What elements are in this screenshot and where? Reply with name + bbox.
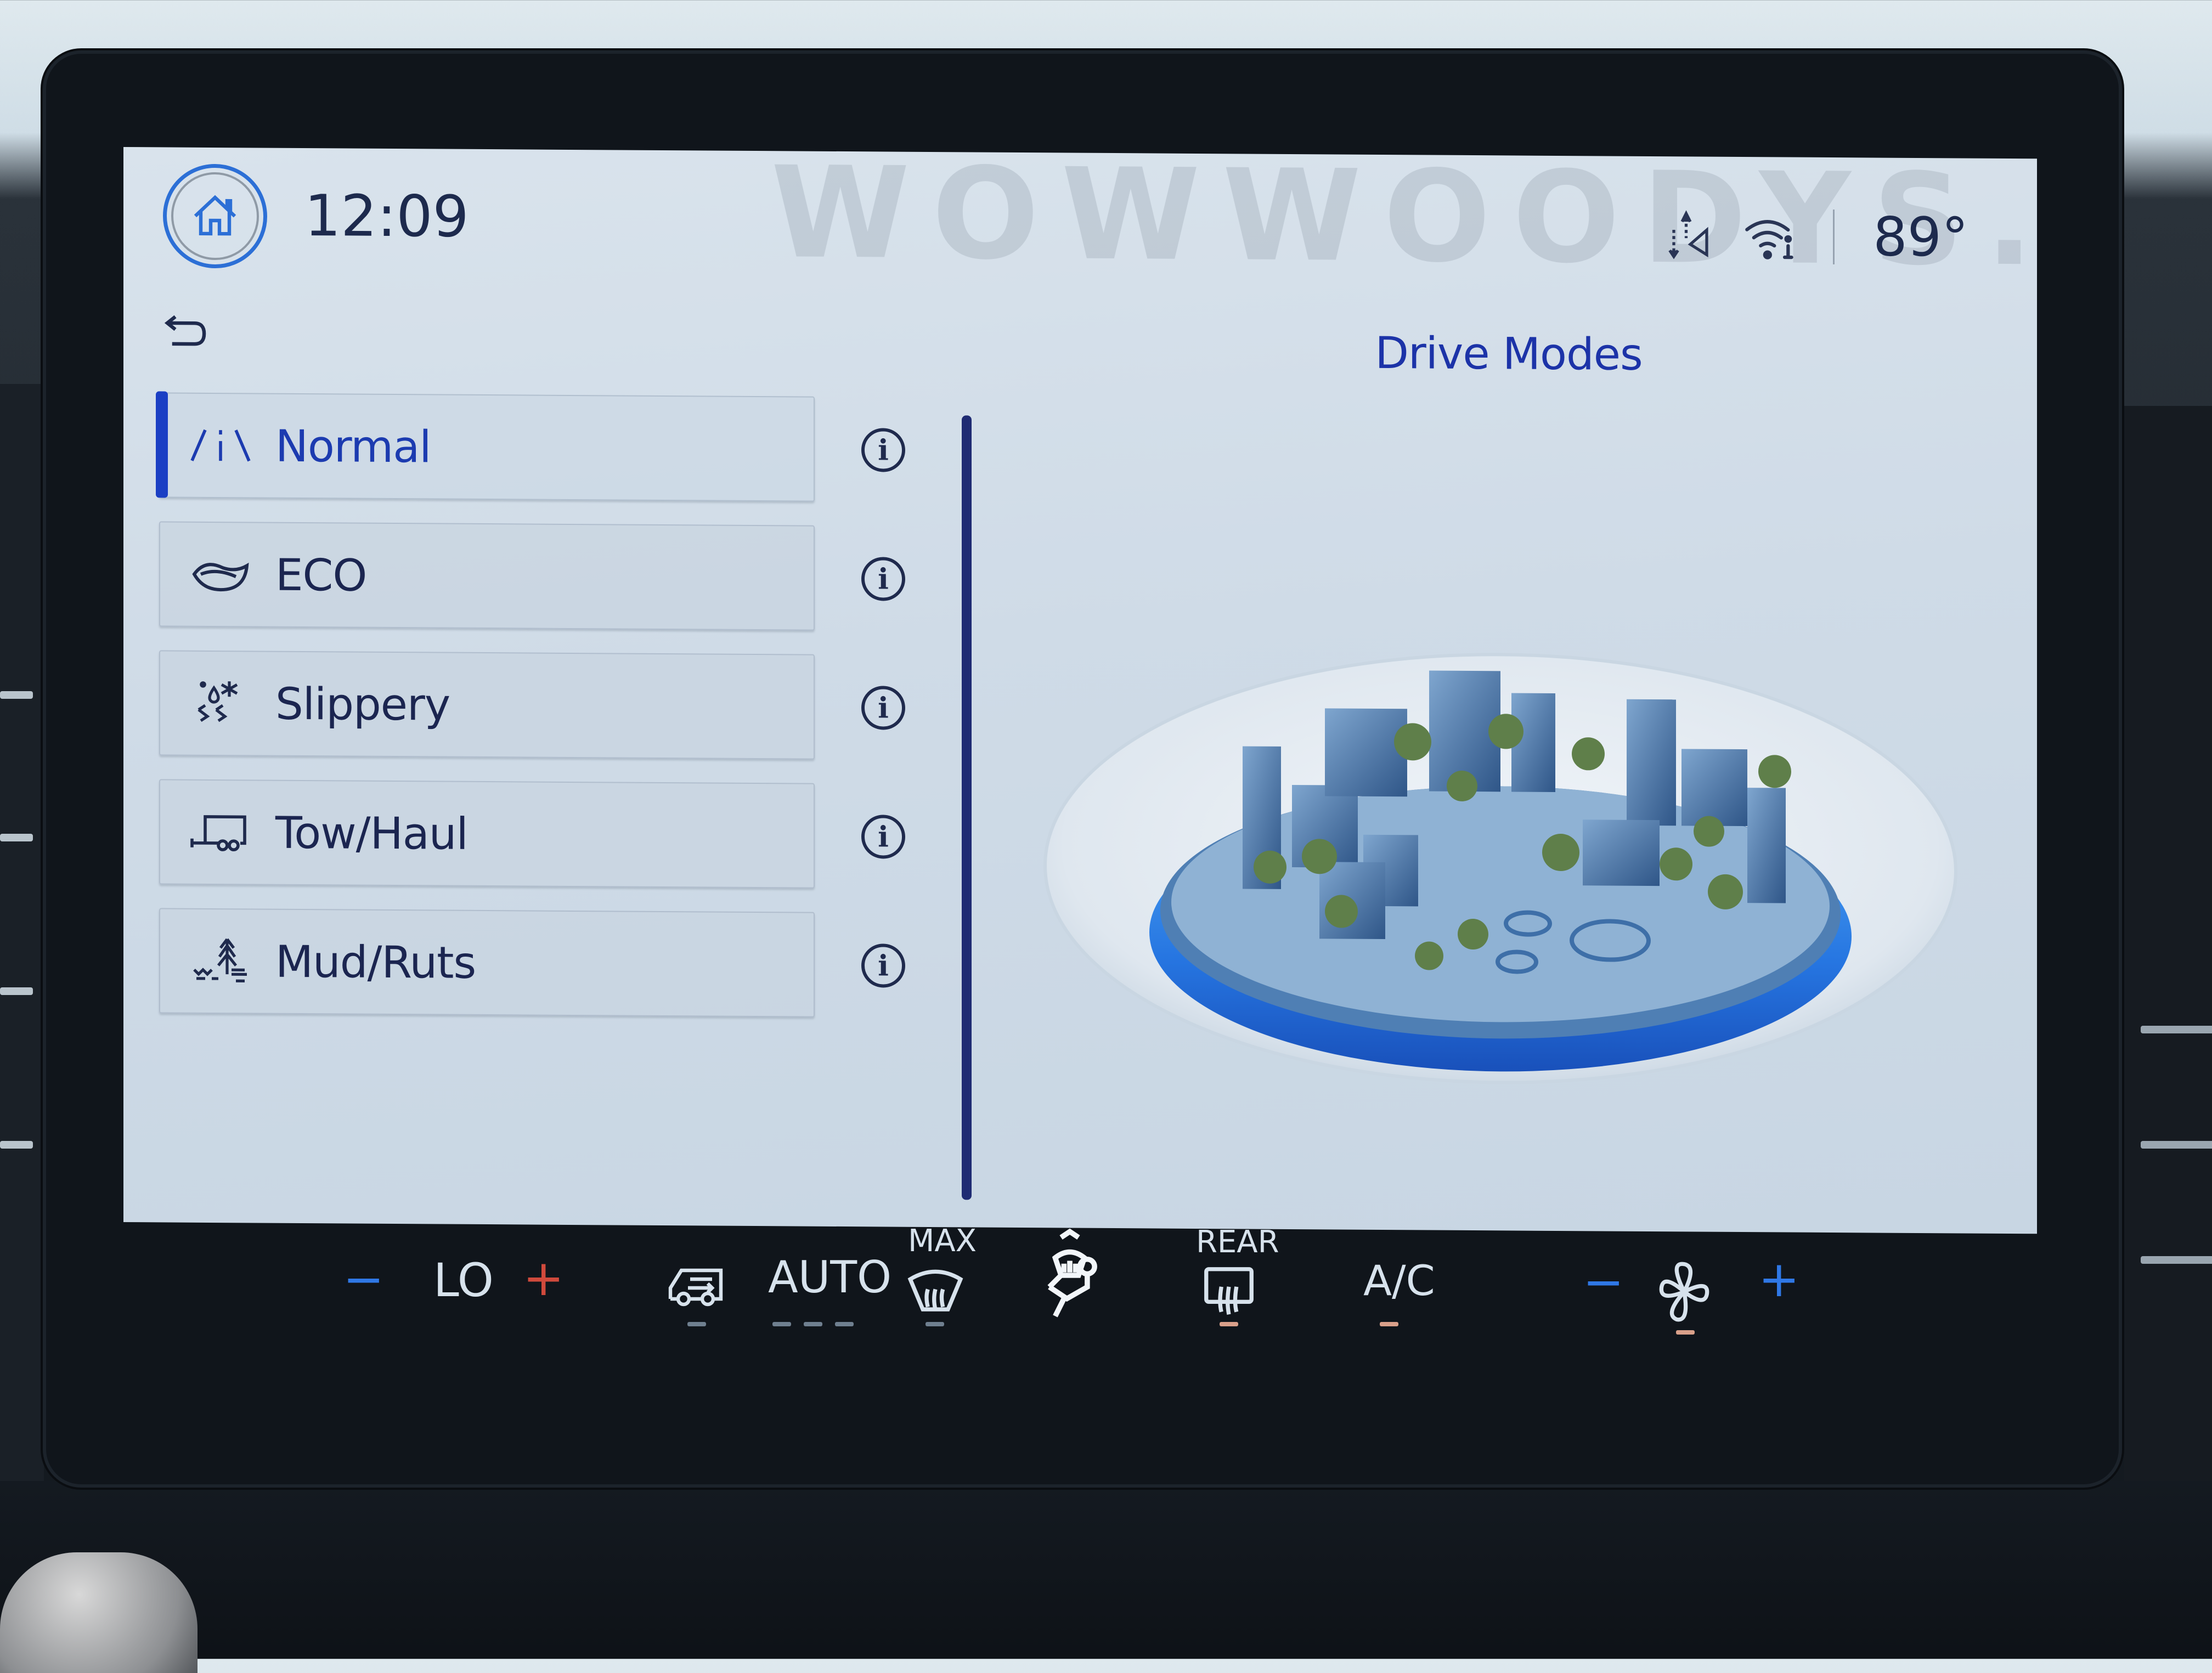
rear-defrost-label: REAR [1196, 1224, 1279, 1260]
vent-slat [0, 987, 33, 995]
drive-mode-tow-haul[interactable]: Tow/Haul [159, 779, 815, 889]
dashboard-bottom [0, 1481, 2212, 1659]
mode-label: Mud/Ruts [275, 936, 476, 988]
status-divider [1833, 210, 1835, 265]
vent-slat [2141, 1026, 2212, 1033]
leaf-icon [192, 562, 249, 592]
auto-indicator [772, 1322, 791, 1326]
auto-indicator [804, 1322, 822, 1326]
dashboard-left [0, 384, 44, 1659]
max-defrost-indicator [926, 1322, 944, 1326]
info-icon: i [878, 691, 889, 725]
drive-mode-mud-ruts[interactable]: Mud/Ruts [159, 908, 815, 1018]
ac-button[interactable]: A/C [1363, 1256, 1435, 1305]
fan-decrease-button[interactable]: − [1583, 1253, 1624, 1311]
recirculation-indicator [687, 1322, 706, 1326]
mode-label: Tow/Haul [275, 807, 468, 860]
auto-button[interactable]: AUTO [768, 1252, 891, 1303]
drive-mode-slippery[interactable]: Slippery [159, 650, 815, 760]
road-icon [190, 429, 251, 462]
vent-slat [0, 691, 33, 699]
drive-mode-normal[interactable]: Normal [156, 391, 815, 502]
max-defrost-label: MAX [908, 1223, 977, 1259]
max-defrost-button[interactable] [905, 1262, 966, 1322]
climate-seat-button[interactable] [1034, 1229, 1105, 1322]
selected-indicator [156, 391, 168, 498]
mode-label: Slippery [275, 678, 450, 731]
panel-divider [962, 415, 972, 1200]
fan-indicator-active [1676, 1330, 1695, 1335]
temperature-setting: LO [433, 1253, 494, 1307]
panel-title: Drive Modes [1375, 327, 1643, 380]
info-icon: i [878, 562, 889, 596]
info-button-slippery[interactable]: i [861, 686, 905, 730]
info-icon: i [878, 819, 889, 854]
trailer-icon [190, 815, 246, 852]
ac-indicator-active [1380, 1322, 1398, 1326]
mud-ruts-icon [193, 938, 247, 982]
city-platform-illustration [1043, 653, 1957, 1084]
recirculation-button[interactable] [664, 1256, 730, 1311]
wifi-info-icon [1745, 220, 1794, 259]
slippery-icon [198, 681, 238, 722]
navigation-data-icon [1668, 210, 1708, 259]
temp-decrease-button[interactable]: − [343, 1251, 384, 1308]
home-button[interactable] [163, 163, 267, 269]
vent-slat [2141, 1256, 2212, 1264]
outside-temperature: 89° [1873, 206, 1968, 269]
back-button[interactable] [162, 312, 211, 351]
clock: 12:09 [304, 182, 469, 250]
info-icon: i [878, 433, 889, 467]
mode-label: Normal [275, 420, 431, 472]
touchscreen: WOWWOODYS.COM 12:09 89° Normal i ECO i S… [123, 147, 2037, 1234]
mode-label: ECO [275, 549, 367, 601]
vent-slat [0, 834, 33, 841]
gear-knob [0, 1552, 198, 1673]
drive-mode-eco[interactable]: ECO [159, 521, 815, 631]
rear-defrost-indicator-active [1220, 1322, 1238, 1326]
info-button-eco[interactable]: i [861, 557, 905, 601]
climate-bar: − LO + AUTO MAX REAR A/C − + [123, 1223, 2037, 1404]
auto-indicator [835, 1322, 854, 1326]
info-icon: i [878, 948, 889, 983]
info-button-normal[interactable]: i [861, 428, 905, 472]
vent-slat [0, 1141, 33, 1149]
info-button-tow-haul[interactable]: i [861, 815, 905, 859]
temp-increase-button[interactable]: + [523, 1250, 564, 1307]
fan-increase-button[interactable]: + [1758, 1251, 1799, 1308]
fan-icon [1659, 1262, 1709, 1322]
dashboard-right [2124, 406, 2212, 1659]
rear-defrost-button[interactable] [1199, 1262, 1259, 1322]
status-indicators: 89° [1666, 206, 1968, 269]
info-button-mud-ruts[interactable]: i [861, 943, 905, 988]
home-icon [194, 195, 236, 236]
vent-slat [2141, 1141, 2212, 1149]
